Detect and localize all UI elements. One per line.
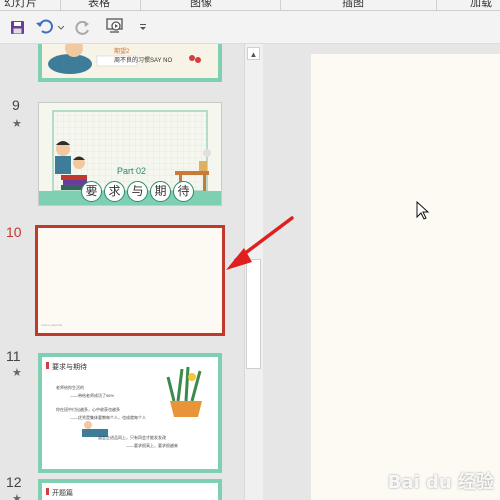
annotation-arrow-icon (226, 216, 294, 270)
slide-thumbnail-11[interactable]: 要求与期待 老师给你生活的 ——带给老师成功了96% 你在班中付出越多，心中收获… (38, 353, 222, 473)
slide-12-heading: 开题篇 (52, 490, 73, 497)
undo-button[interactable] (34, 17, 64, 37)
transition-star-icon: ★ (12, 493, 22, 500)
slide-thumbnail-12[interactable]: 开题篇 (38, 479, 222, 500)
divider (280, 0, 281, 10)
slide-9-title-char: 要 (81, 181, 102, 202)
divider (60, 0, 61, 10)
slide-number-12: 12 (6, 474, 22, 490)
slide-9-title-char: 求 (104, 181, 125, 202)
slide-thumbnail-9[interactable]: ············· Part 02 要 求 与 期 待 (38, 102, 222, 206)
customize-qat-icon (140, 24, 146, 30)
slide-11-line: 你在班中付出越多，心中收获也越多 (56, 407, 120, 412)
slide-12-marker (46, 488, 49, 495)
slide-11-line: ——优秀是集体要教每个人，也成就每个人 (70, 415, 146, 420)
scroll-up-button[interactable]: ▲ (247, 47, 260, 60)
slide-number-11: 11 (6, 348, 21, 364)
slide-9-title-char: 待 (173, 181, 194, 202)
mouse-cursor-icon (416, 201, 430, 220)
transition-star-icon: ★ (12, 118, 22, 130)
ribbon-tab-strip: 幻灯片 表格 图像 插图 加载 (0, 0, 500, 11)
slide-10-footer: Click to add title (41, 323, 63, 327)
slide-11-line: ——要求很高上，要求很越来 (126, 443, 178, 448)
redo-button[interactable] (74, 17, 92, 37)
redo-icon (75, 20, 89, 35)
slide-9-title-char: 与 (127, 181, 148, 202)
customize-qat-button[interactable] (136, 17, 150, 37)
slide-number-9: 9 (12, 97, 20, 113)
slide-8-text-1: 期望2 (114, 49, 130, 55)
transition-star-icon: ★ (12, 367, 22, 379)
watermark-logo: Bai du 经验 (387, 472, 494, 493)
slide-9-title-char: 期 (150, 181, 171, 202)
presenter-view-button[interactable] (104, 17, 126, 37)
quick-access-toolbar (0, 11, 500, 44)
slide-8-text-2: 周不良的习惯SAY NO (114, 58, 173, 64)
save-button[interactable] (8, 17, 26, 37)
tab-slides[interactable]: 幻灯片 (4, 0, 37, 10)
slide-11-illustration (46, 362, 202, 437)
slide-canvas[interactable] (311, 54, 500, 500)
tab-illustration[interactable]: 插图 (342, 0, 364, 10)
scrollbar-thumb[interactable] (246, 259, 261, 369)
tab-image[interactable]: 图像 (190, 0, 212, 10)
slide-11-heading: 要求与期待 (52, 364, 87, 371)
divider (436, 0, 437, 10)
slide-11-line: ——带给老师成功了96% (70, 393, 115, 398)
slide-9-part: Part 02 (117, 166, 147, 176)
slide-number-10: 10 (6, 224, 22, 240)
presenter-view-icon (106, 18, 123, 33)
slide-thumbnail-8[interactable]: 期望2 周不良的习惯SAY NO (38, 44, 222, 82)
slide-11-line: 渡会企进品同上，只有同会才能发发改 (98, 435, 166, 440)
divider (140, 0, 141, 10)
tab-table[interactable]: 表格 (88, 0, 110, 10)
slide-11-line: 老师给你生活的 (56, 385, 84, 390)
tab-addins[interactable]: 加载 (470, 0, 492, 10)
save-icon (10, 20, 24, 34)
undo-icon (36, 19, 64, 34)
slide-thumbnail-10[interactable]: Click to add title (35, 225, 225, 336)
slide-9-title: 要 求 与 期 待 (81, 181, 194, 202)
